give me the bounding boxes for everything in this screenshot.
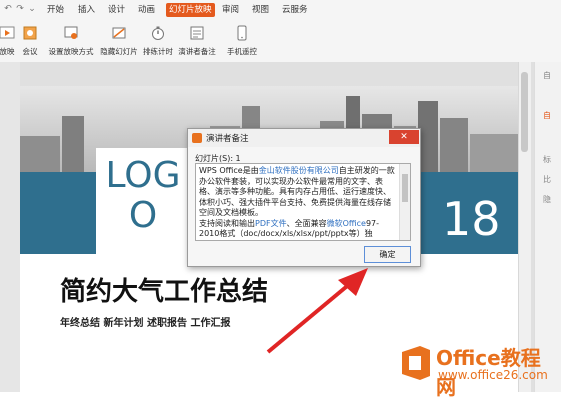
logo-placeholder: LOG O bbox=[96, 148, 190, 260]
notes-link[interactable]: 金山软件股份有限公司 bbox=[259, 166, 339, 175]
left-panel bbox=[0, 62, 20, 392]
menu-item-review[interactable]: 审阅 bbox=[219, 3, 242, 17]
notes-textarea[interactable]: WPS Office是由金山软件股份有限公司自主研发的一款办公软件套装，可以实现… bbox=[195, 163, 411, 241]
dialog-titlebar[interactable]: 演讲者备注 ✕ bbox=[188, 129, 420, 147]
right-panel-label: 自 bbox=[543, 111, 551, 120]
undo-icon[interactable]: ↶ bbox=[2, 2, 14, 16]
watermark: Office教程网 www.office26.com bbox=[394, 340, 560, 399]
notes-content: WPS Office是由金山软件股份有限公司自主研发的一款办公软件套装，可以实现… bbox=[199, 166, 395, 238]
redo-icon[interactable]: ↷ bbox=[14, 2, 26, 16]
office-logo-icon bbox=[402, 346, 430, 380]
meeting-button[interactable]: 会议 bbox=[19, 24, 41, 58]
timer-icon bbox=[152, 26, 164, 40]
notes-link[interactable]: PDF文件 bbox=[255, 219, 287, 228]
phone-icon bbox=[237, 25, 247, 41]
hide-slide-button[interactable]: 隐藏幻灯片 bbox=[98, 24, 140, 58]
close-button[interactable]: ✕ bbox=[389, 130, 419, 144]
menu-item-slideshow[interactable]: 幻灯片放映 bbox=[166, 3, 215, 17]
menu-item-insert[interactable]: 插入 bbox=[75, 3, 98, 17]
menu-item-view[interactable]: 视图 bbox=[249, 3, 272, 17]
close-icon: ✕ bbox=[400, 132, 408, 142]
dialog-title: 演讲者备注 bbox=[206, 134, 249, 144]
scrollbar-thumb[interactable] bbox=[521, 72, 528, 152]
slide-title[interactable]: 简约大气工作总结 bbox=[60, 271, 268, 308]
settings-icon bbox=[64, 26, 78, 39]
right-panel-label: 标 bbox=[543, 155, 551, 164]
phone-remote-button[interactable]: 手机遥控 bbox=[224, 24, 260, 58]
setup-slideshow-button[interactable]: 设置放映方式 bbox=[47, 24, 95, 58]
meeting-icon bbox=[23, 26, 37, 40]
menu-bar: ↶ ↷ ⌄ 开始 插入 设计 动画 幻灯片放映 审阅 视图 云服务 bbox=[0, 0, 561, 20]
menu-item-home[interactable]: 开始 bbox=[44, 3, 67, 17]
logo-text: LOG O bbox=[105, 155, 181, 236]
watermark-url: www.office26.com bbox=[438, 368, 548, 382]
hide-slide-icon bbox=[112, 27, 126, 39]
customize-arrow-icon[interactable]: ⌄ bbox=[26, 2, 38, 16]
year-number: 18 bbox=[442, 192, 501, 246]
play-icon bbox=[0, 26, 15, 39]
right-panel-label: 自 bbox=[543, 71, 551, 80]
presenter-notes-button[interactable]: 演讲者备注 bbox=[176, 24, 218, 58]
right-panel-label: 隐 bbox=[543, 195, 551, 204]
ok-button[interactable]: 确定 bbox=[364, 246, 411, 263]
menu-item-design[interactable]: 设计 bbox=[105, 3, 128, 17]
menu-item-animation[interactable]: 动画 bbox=[135, 3, 158, 17]
wps-app-icon bbox=[192, 133, 202, 143]
slideshow-button[interactable]: 放映 bbox=[0, 24, 18, 58]
presenter-notes-dialog: 演讲者备注 ✕ 幻灯片(S): 1 WPS Office是由金山软件股份有限公司… bbox=[187, 128, 421, 267]
slide-subtitle[interactable]: 年终总结 新年计划 述职报告 工作汇报 bbox=[60, 314, 230, 329]
notes-scrollbar[interactable] bbox=[399, 164, 410, 240]
notes-icon bbox=[190, 26, 204, 40]
menu-item-cloud[interactable]: 云服务 bbox=[279, 3, 311, 17]
right-panel-label: 比 bbox=[543, 175, 551, 184]
ribbon-toolbar: 放映 会议 设置放映方式 隐藏幻灯片 排练计时 演讲者备注 手机遥控 bbox=[0, 20, 561, 63]
notes-link[interactable]: 微软Office bbox=[327, 219, 366, 228]
rehearse-timing-button[interactable]: 排练计时 bbox=[142, 24, 174, 58]
notes-scrollbar-thumb[interactable] bbox=[402, 174, 408, 202]
